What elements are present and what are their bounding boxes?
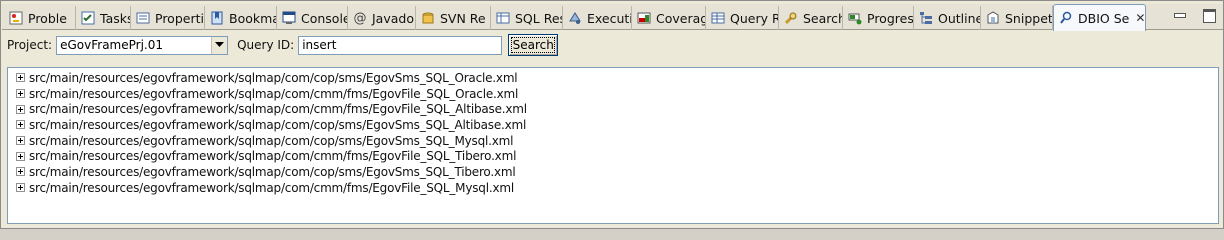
tab-label: Bookma	[229, 10, 277, 26]
tree-row-path: src/main/resources/egovframework/sqlmap/…	[29, 180, 514, 195]
tab-coverage[interactable]: Coverag	[632, 6, 706, 30]
tab-label: Query R	[730, 10, 779, 26]
tree-row[interactable]: src/main/resources/egovframework/sqlmap/…	[8, 101, 1218, 117]
tab-javadoc[interactable]: @ Javado	[348, 6, 416, 30]
expand-icon[interactable]	[16, 104, 25, 114]
tab-console[interactable]: Console	[277, 6, 348, 30]
expand-icon[interactable]	[16, 183, 25, 193]
tab-bookmarks[interactable]: Bookma	[205, 6, 277, 30]
project-combo[interactable]: eGovFramePrj.01	[56, 35, 229, 55]
tab-label: SQL Res	[515, 10, 563, 26]
outline-icon	[918, 10, 934, 26]
search-icon	[783, 10, 799, 26]
tab-dbio-search[interactable]: DBIO Se ✕	[1053, 4, 1146, 31]
coverage-icon	[636, 10, 652, 26]
snippet-icon	[985, 10, 1001, 26]
tree-row[interactable]: src/main/resources/egovframework/sqlmap/…	[8, 133, 1218, 149]
dbio-search-view: Proble Tasks Properti Bookma Console @ Ja…	[0, 0, 1224, 229]
tree-row-path: src/main/resources/egovframework/sqlmap/…	[29, 102, 527, 117]
search-button[interactable]: Search	[508, 34, 559, 56]
tree-row-path: src/main/resources/egovframework/sqlmap/…	[29, 117, 527, 132]
tasks-icon	[80, 10, 96, 26]
expand-icon[interactable]	[16, 167, 25, 177]
close-icon[interactable]: ✕	[1135, 11, 1145, 25]
tab-label: Executi	[587, 10, 632, 26]
expand-icon[interactable]	[16, 73, 25, 83]
tab-label: Console	[301, 10, 348, 26]
query-results-icon	[710, 10, 726, 26]
tree-row[interactable]: src/main/resources/egovframework/sqlmap/…	[8, 117, 1218, 133]
execution-icon	[567, 10, 583, 26]
properties-icon	[135, 10, 151, 26]
tab-label: Outline	[938, 10, 981, 26]
progress-icon	[847, 10, 863, 26]
expand-icon[interactable]	[16, 136, 25, 146]
tree-row[interactable]: src/main/resources/egovframework/sqlmap/…	[8, 164, 1218, 180]
maximize-icon[interactable]	[1201, 8, 1217, 23]
tab-outline[interactable]: Outline	[914, 6, 981, 30]
tree-row[interactable]: src/main/resources/egovframework/sqlmap/…	[8, 70, 1218, 86]
bookmarks-icon	[209, 10, 225, 26]
tab-svn[interactable]: SVN Re	[416, 6, 491, 30]
query-id-label: Query ID:	[237, 38, 295, 52]
tab-label: Tasks	[100, 10, 131, 26]
tab-tasks[interactable]: Tasks	[76, 6, 131, 30]
tab-sql-results[interactable]: SQL Res	[491, 6, 563, 30]
search-toolbar: Project: eGovFramePrj.01 Query ID: inser…	[7, 34, 559, 56]
javadoc-icon: @	[353, 10, 367, 26]
project-label: Project:	[7, 38, 53, 52]
tab-label: SVN Re	[440, 10, 486, 26]
svn-icon	[420, 10, 436, 26]
tab-label: DBIO Se	[1078, 10, 1130, 26]
tree-row-path: src/main/resources/egovframework/sqlmap/…	[29, 149, 517, 164]
result-tree[interactable]: src/main/resources/egovframework/sqlmap/…	[7, 67, 1219, 224]
tab-label: Progres	[867, 10, 914, 26]
view-tab-strip: Proble Tasks Properti Bookma Console @ Ja…	[2, 4, 1223, 31]
dbio-search-icon	[1058, 10, 1074, 26]
tab-label: Properti	[155, 10, 204, 26]
sql-results-icon	[495, 10, 511, 26]
tree-row[interactable]: src/main/resources/egovframework/sqlmap/…	[8, 180, 1218, 196]
tree-row-path: src/main/resources/egovframework/sqlmap/…	[29, 164, 516, 179]
expand-icon[interactable]	[16, 151, 25, 161]
tab-search[interactable]: Search	[779, 6, 843, 30]
tree-row-path: src/main/resources/egovframework/sqlmap/…	[29, 86, 519, 101]
query-id-input[interactable]: insert	[298, 35, 503, 55]
tab-snippets[interactable]: Snippet	[981, 6, 1053, 30]
minimize-icon[interactable]	[1171, 8, 1187, 22]
tree-row-path: src/main/resources/egovframework/sqlmap/…	[29, 133, 514, 148]
tree-row-path: src/main/resources/egovframework/sqlmap/…	[29, 70, 518, 85]
tab-label: Snippet	[1005, 10, 1053, 26]
tab-execution[interactable]: Executi	[563, 6, 632, 30]
tab-properties[interactable]: Properti	[131, 6, 205, 30]
tree-row[interactable]: src/main/resources/egovframework/sqlmap/…	[8, 86, 1218, 102]
tab-label: Proble	[28, 10, 67, 26]
chevron-down-icon[interactable]	[211, 36, 228, 54]
tab-label: Javado	[372, 10, 414, 26]
tab-label: Coverag	[656, 10, 706, 26]
console-icon	[281, 10, 297, 26]
problems-icon	[8, 10, 24, 26]
tab-progress[interactable]: Progres	[843, 6, 914, 30]
project-combo-value: eGovFramePrj.01	[60, 38, 163, 52]
tab-query-results[interactable]: Query R	[706, 6, 779, 30]
expand-icon[interactable]	[16, 120, 25, 130]
expand-icon[interactable]	[16, 89, 25, 99]
tab-problems[interactable]: Proble	[4, 6, 76, 30]
tab-label: Search	[803, 10, 843, 26]
tree-row[interactable]: src/main/resources/egovframework/sqlmap/…	[8, 148, 1218, 164]
